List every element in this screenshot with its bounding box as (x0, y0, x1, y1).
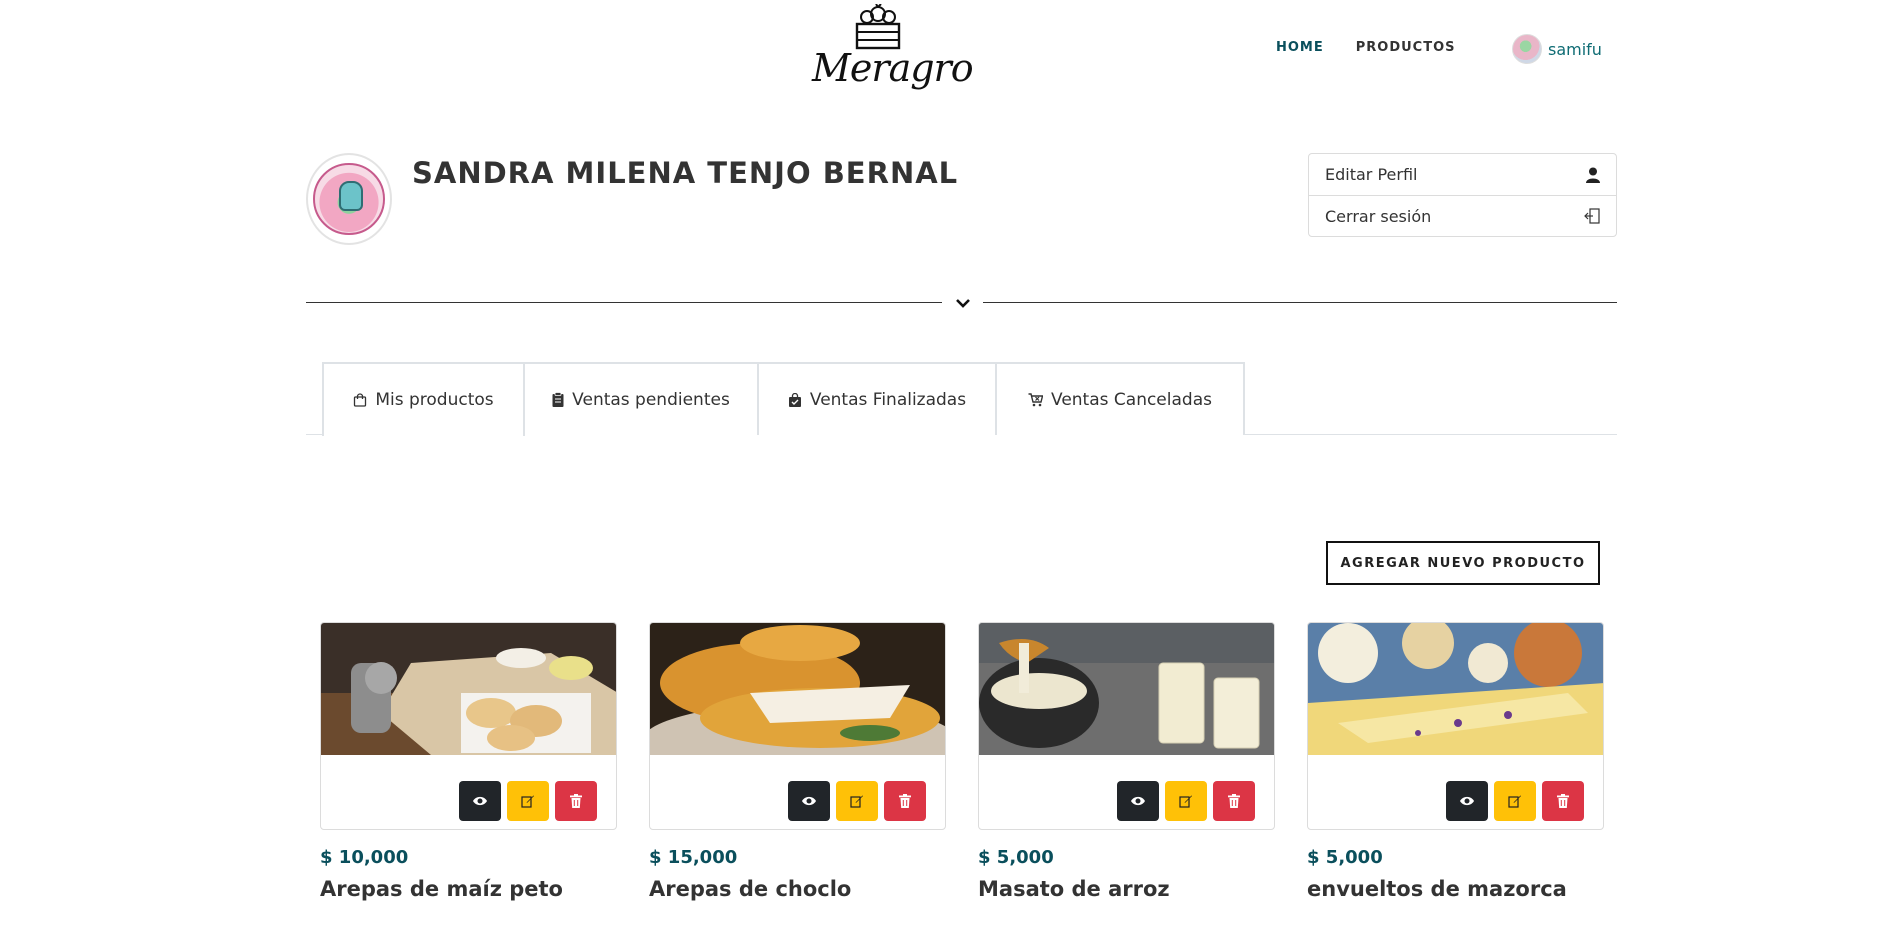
product-photo-arepas-peto (321, 623, 616, 755)
product-photo-masato (979, 623, 1274, 755)
tab-ventas-canceladas[interactable]: Ventas Canceladas (995, 362, 1245, 435)
eye-icon (473, 796, 487, 806)
nav-home[interactable]: HOME (1276, 40, 1324, 55)
tab-label: Mis productos (375, 390, 494, 410)
edit-icon (1508, 795, 1521, 808)
delete-product-button[interactable] (555, 781, 597, 821)
profile-menu: Editar Perfil Cerrar sesión (1308, 153, 1617, 237)
product-card-body (649, 622, 946, 830)
product-price: $ 5,000 (978, 847, 1054, 868)
view-product-button[interactable] (1117, 781, 1159, 821)
tab-label: Ventas Canceladas (1051, 389, 1212, 410)
view-product-button[interactable] (788, 781, 830, 821)
product-actions (459, 781, 597, 821)
product-name: envueltos de mazorca (1307, 877, 1567, 901)
trash-icon (1557, 794, 1569, 808)
product-price: $ 10,000 (320, 847, 409, 868)
brand-name: Meragro (812, 46, 974, 90)
tab-label: Ventas pendientes (572, 389, 730, 410)
brand-logo[interactable]: Meragro (812, 4, 974, 96)
product-name: Arepas de maíz peto (320, 877, 563, 901)
user-menu[interactable]: samifu (1512, 34, 1602, 64)
user-icon (1586, 167, 1600, 183)
profile-avatar-image (313, 163, 385, 235)
edit-product-button[interactable] (507, 781, 549, 821)
edit-profile-label: Editar Perfil (1325, 165, 1418, 184)
crate-logo-icon (855, 4, 901, 50)
product-actions (1117, 781, 1255, 821)
profile-avatar (306, 153, 392, 245)
edit-icon (850, 795, 863, 808)
main-nav: HOME PRODUCTOS (1276, 40, 1456, 55)
delete-product-button[interactable] (884, 781, 926, 821)
edit-profile-link[interactable]: Editar Perfil (1309, 154, 1616, 195)
chevron-down-icon[interactable] (953, 293, 973, 313)
delete-product-button[interactable] (1542, 781, 1584, 821)
user-name: samifu (1548, 39, 1602, 59)
logout-icon (1584, 208, 1600, 224)
add-product-button[interactable]: AGREGAR NUEVO PRODUCTO (1326, 541, 1600, 585)
tab-mis-productos[interactable]: Mis productos (322, 362, 525, 436)
product-image[interactable] (979, 623, 1274, 755)
trash-icon (570, 794, 582, 808)
view-product-button[interactable] (1446, 781, 1488, 821)
product-image[interactable] (321, 623, 616, 755)
product-card: $ 5,000 Masato de arroz (978, 622, 1275, 901)
eye-icon (802, 796, 816, 806)
product-price: $ 5,000 (1307, 847, 1383, 868)
product-photo-envueltos (1308, 623, 1603, 755)
product-actions (788, 781, 926, 821)
cart-x-icon (1028, 392, 1044, 406)
product-name: Arepas de choclo (649, 877, 852, 901)
edit-product-button[interactable] (1165, 781, 1207, 821)
product-price: $ 15,000 (649, 847, 738, 868)
product-photo-arepas-choclo (650, 623, 945, 755)
logout-label: Cerrar sesión (1325, 206, 1432, 226)
shopping-bag-icon (354, 393, 367, 407)
tab-label: Ventas Finalizadas (809, 389, 967, 410)
bag-check-icon (788, 392, 801, 407)
section-divider-right (983, 302, 1617, 303)
profile-name: SANDRA MILENA TENJO BERNAL (412, 156, 959, 190)
product-card-body (978, 622, 1275, 830)
edit-product-button[interactable] (1494, 781, 1536, 821)
product-image[interactable] (1308, 623, 1603, 755)
nav-productos[interactable]: PRODUCTOS (1356, 40, 1456, 55)
tab-ventas-pendientes[interactable]: Ventas pendientes (523, 362, 759, 435)
user-avatar (1512, 34, 1542, 64)
product-name: Masato de arroz (978, 877, 1170, 901)
trash-icon (899, 794, 911, 808)
tabs-bar: Mis productos Ventas pendientes Ventas F… (306, 362, 1617, 436)
product-card-body (1307, 622, 1604, 830)
delete-product-button[interactable] (1213, 781, 1255, 821)
product-card: $ 5,000 envueltos de mazorca (1307, 622, 1604, 901)
eye-icon (1460, 796, 1474, 806)
clipboard-icon (552, 392, 564, 407)
product-card: $ 10,000 Arepas de maíz peto (320, 622, 617, 901)
logout-link[interactable]: Cerrar sesión (1309, 195, 1616, 236)
view-product-button[interactable] (459, 781, 501, 821)
eye-icon (1131, 796, 1145, 806)
product-image[interactable] (650, 623, 945, 755)
trash-icon (1228, 794, 1240, 808)
edit-icon (521, 795, 534, 808)
edit-product-button[interactable] (836, 781, 878, 821)
product-actions (1446, 781, 1584, 821)
product-card-body (320, 622, 617, 830)
section-divider-left (306, 302, 942, 303)
edit-icon (1179, 795, 1192, 808)
tab-ventas-finalizadas[interactable]: Ventas Finalizadas (757, 362, 997, 435)
product-card: $ 15,000 Arepas de choclo (649, 622, 946, 901)
